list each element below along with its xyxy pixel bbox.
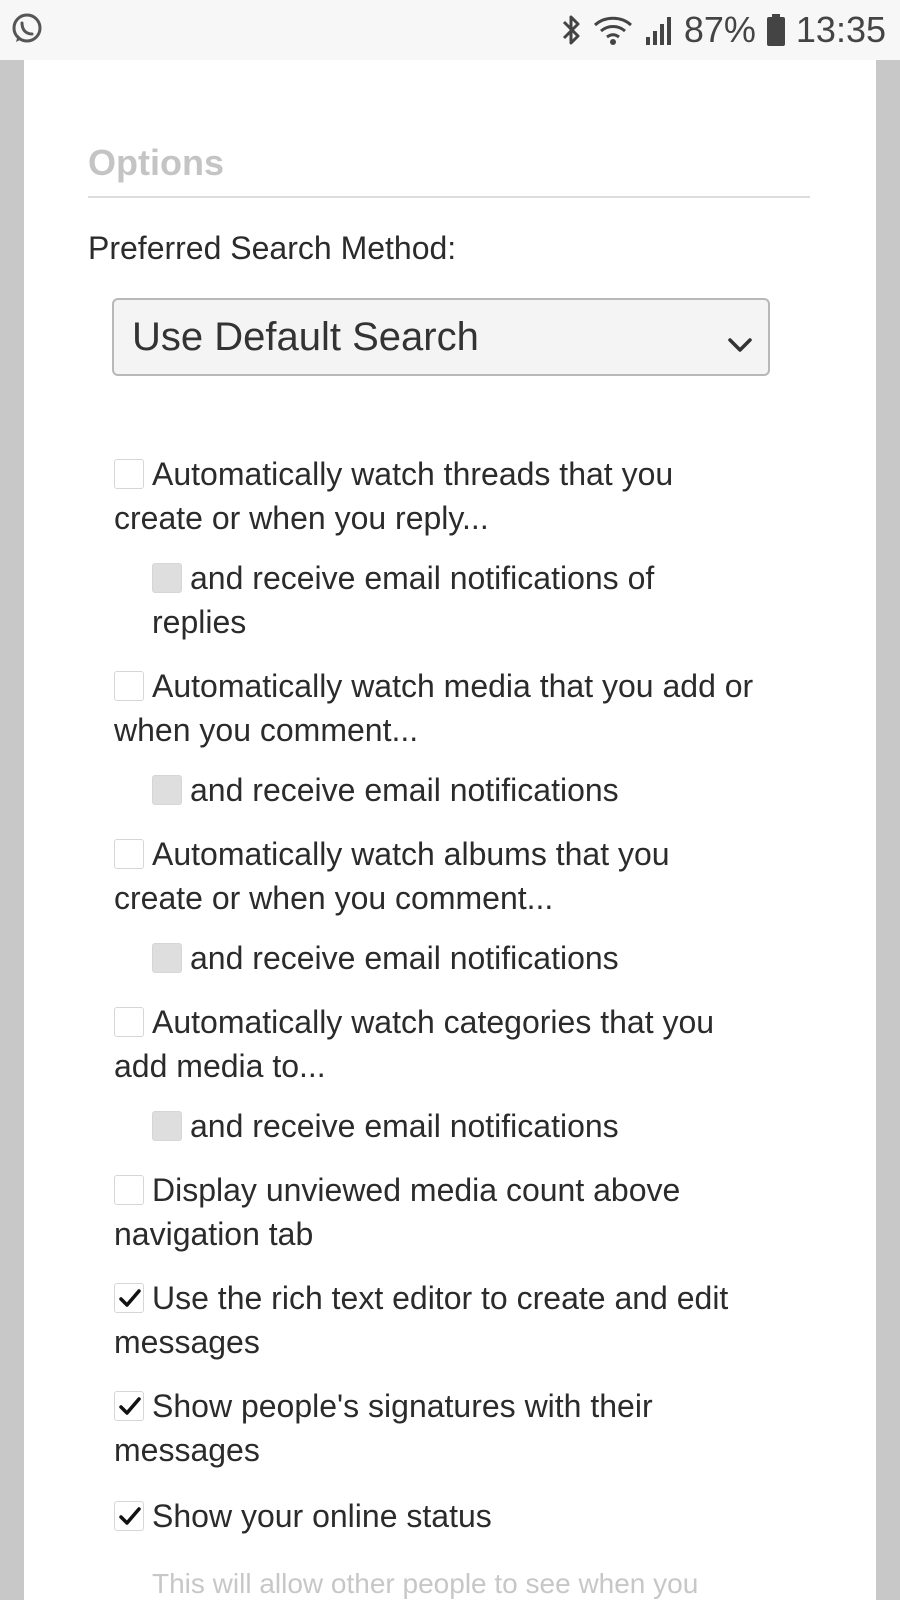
checkbox-watch-categories[interactable] bbox=[114, 1007, 144, 1037]
option-label: and receive email notifications bbox=[190, 1108, 619, 1144]
chevron-down-icon bbox=[726, 324, 754, 369]
clock: 13:35 bbox=[795, 9, 886, 50]
checkbox-rich-text-editor[interactable] bbox=[114, 1283, 144, 1313]
search-method-label: Preferred Search Method: bbox=[88, 230, 457, 266]
signal-icon bbox=[644, 13, 674, 47]
search-method-select[interactable]: Use Default Search bbox=[112, 298, 770, 376]
option-label: and receive email notifications bbox=[190, 772, 619, 808]
option-rich-text-editor[interactable]: Use the rich text editor to create and e… bbox=[114, 1276, 754, 1364]
option-label: Display unviewed media count above navig… bbox=[114, 1172, 681, 1252]
checkmark-icon bbox=[119, 1289, 141, 1307]
checkbox-online-status[interactable] bbox=[114, 1501, 144, 1531]
option-label: Automatically watch media that you add o… bbox=[114, 668, 754, 748]
checkbox-show-signatures[interactable] bbox=[114, 1391, 144, 1421]
wifi-icon bbox=[592, 13, 634, 47]
option-online-status[interactable]: Show your online status bbox=[114, 1494, 754, 1538]
online-status-note: This will allow other people to see when… bbox=[152, 1568, 699, 1599]
checkbox-media-email bbox=[152, 775, 182, 805]
checkbox-categories-email bbox=[152, 1111, 182, 1141]
checkbox-watch-media[interactable] bbox=[114, 671, 144, 701]
option-label: Automatically watch albums that you crea… bbox=[114, 836, 670, 916]
checkbox-unviewed-count[interactable] bbox=[114, 1175, 144, 1205]
status-icons: 87% 13:35 bbox=[560, 8, 886, 52]
option-show-signatures[interactable]: Show people's signatures with their mess… bbox=[114, 1384, 754, 1472]
option-watch-media[interactable]: Automatically watch media that you add o… bbox=[114, 664, 754, 752]
checkbox-watch-threads[interactable] bbox=[114, 459, 144, 489]
battery-icon bbox=[766, 13, 786, 47]
option-label: and receive email notifications of repli… bbox=[152, 560, 655, 640]
option-unviewed-count[interactable]: Display unviewed media count above navig… bbox=[114, 1168, 754, 1256]
option-categories-email: and receive email notifications bbox=[152, 1104, 752, 1148]
checkmark-icon bbox=[119, 1507, 141, 1525]
status-bar: 87% 13:35 bbox=[0, 0, 900, 60]
battery-percent: 87% bbox=[683, 9, 756, 50]
option-label: Automatically watch categories that you … bbox=[114, 1004, 715, 1084]
option-label: Show people's signatures with their mess… bbox=[114, 1388, 653, 1468]
option-media-email: and receive email notifications bbox=[152, 768, 752, 812]
checkmark-icon bbox=[119, 1397, 141, 1415]
options-panel: Options Preferred Search Method: Use Def… bbox=[24, 60, 876, 1600]
option-watch-threads[interactable]: Automatically watch threads that you cre… bbox=[114, 452, 754, 540]
option-watch-albums[interactable]: Automatically watch albums that you crea… bbox=[114, 832, 754, 920]
whatsapp-icon bbox=[10, 12, 44, 46]
checkbox-albums-email bbox=[152, 943, 182, 973]
bluetooth-icon bbox=[560, 13, 582, 47]
search-method-value: Use Default Search bbox=[132, 314, 479, 359]
option-label: Automatically watch threads that you cre… bbox=[114, 456, 674, 536]
option-threads-email: and receive email notifications of repli… bbox=[152, 556, 752, 644]
option-label: Show your online status bbox=[152, 1498, 492, 1534]
option-label: and receive email notifications bbox=[190, 940, 619, 976]
option-albums-email: and receive email notifications bbox=[152, 936, 752, 980]
section-heading: Options bbox=[88, 142, 810, 198]
option-label: Use the rich text editor to create and e… bbox=[114, 1280, 729, 1360]
checkbox-watch-albums[interactable] bbox=[114, 839, 144, 869]
option-watch-categories[interactable]: Automatically watch categories that you … bbox=[114, 1000, 754, 1088]
checkbox-threads-email bbox=[152, 563, 182, 593]
